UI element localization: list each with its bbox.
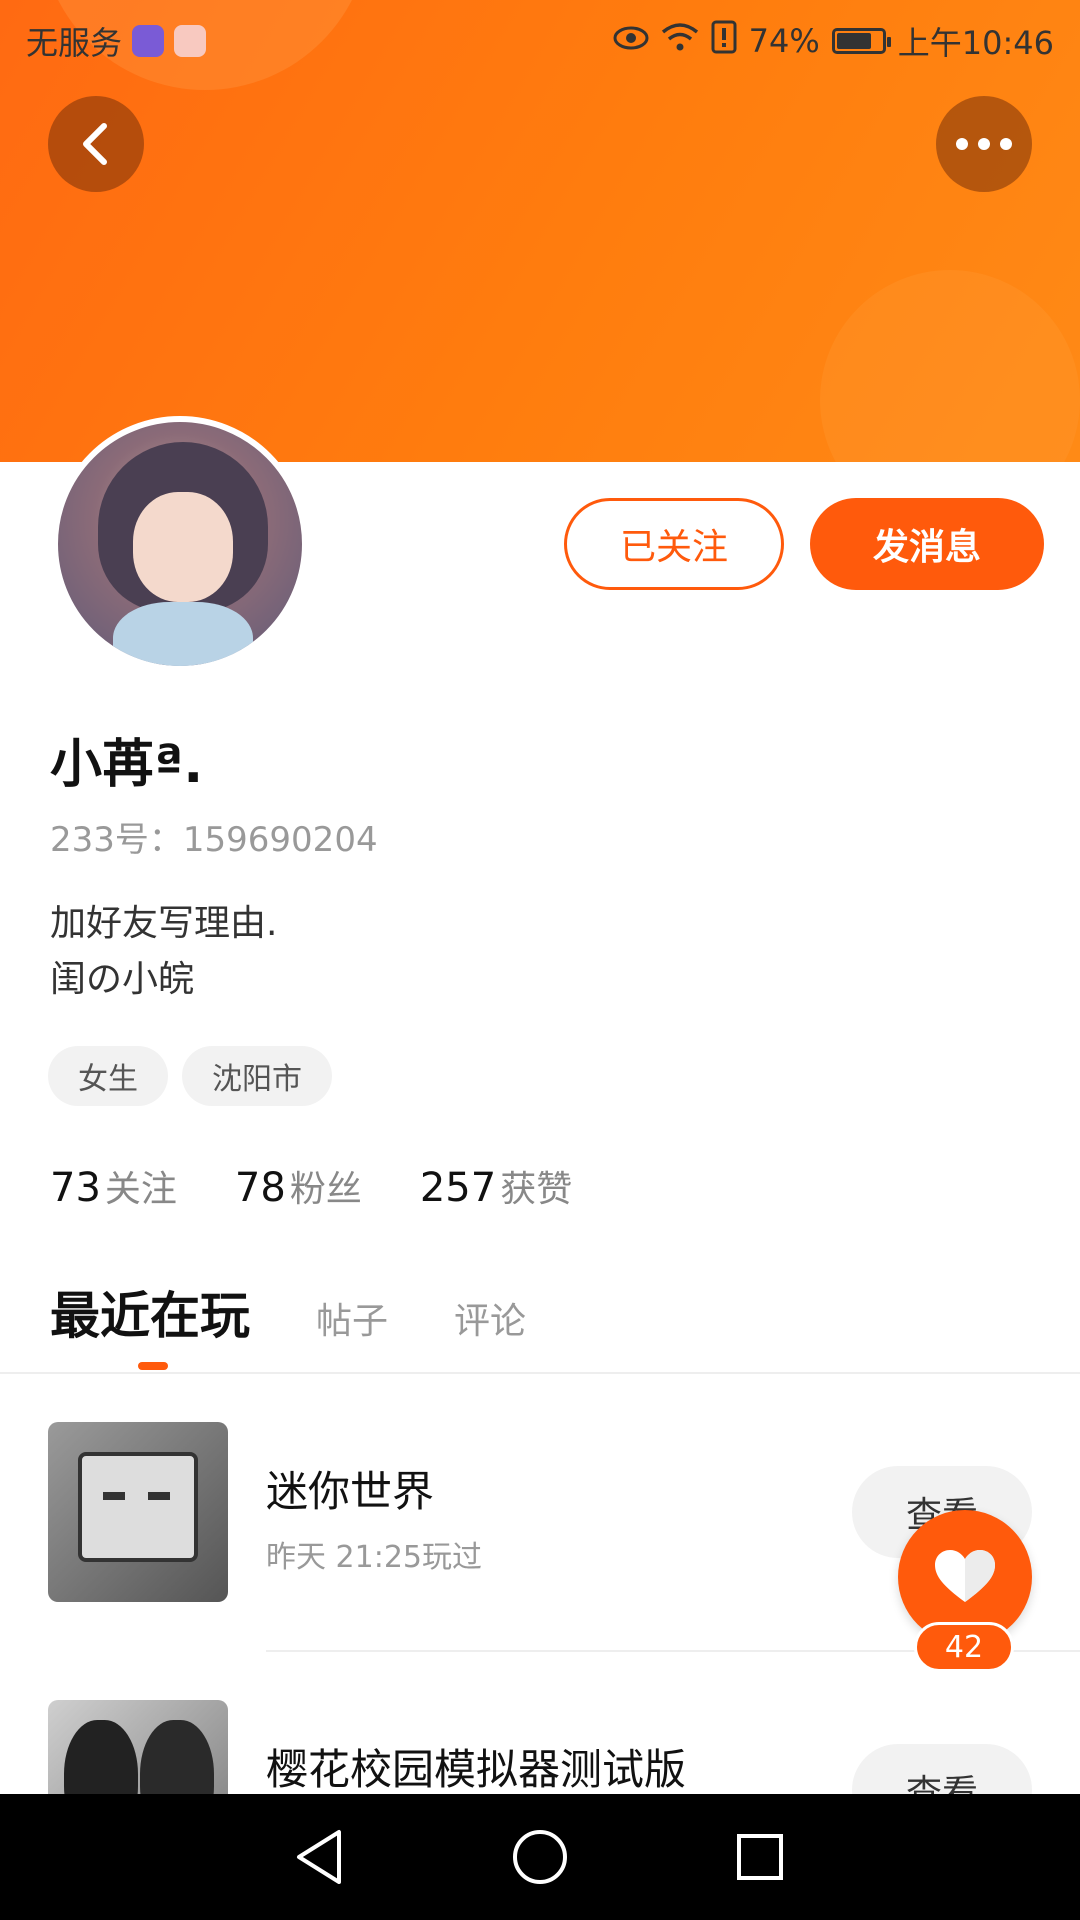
- stat-label: 获赞: [500, 1169, 573, 1210]
- tab-posts[interactable]: 帖子: [316, 1292, 388, 1344]
- bio-line: 加好友写理由.: [50, 903, 278, 944]
- tab-indicator: [138, 1362, 168, 1370]
- game-thumbnail: [48, 1422, 228, 1602]
- profile-tabs: 最近在玩 帖子 评论: [50, 1276, 526, 1348]
- fans-stat[interactable]: 78 粉丝: [235, 1160, 362, 1212]
- stat-label: 关注: [104, 1169, 177, 1210]
- divider: [0, 1372, 1080, 1374]
- heart-icon: [935, 1550, 995, 1602]
- like-count: 42: [914, 1622, 1014, 1672]
- more-dots-icon: [956, 138, 1012, 150]
- header-decoration: [820, 270, 1080, 462]
- profile-tags: 女生 沈阳市: [48, 1046, 332, 1106]
- battery-percent: 74%: [748, 22, 820, 60]
- followed-button[interactable]: 已关注: [564, 498, 784, 590]
- pink-app-icon: [174, 25, 207, 57]
- bio: 加好友写理由. 闺の小皖: [50, 896, 277, 1008]
- system-nav-bar: [0, 1794, 1080, 1920]
- recents-nav-icon[interactable]: [725, 1822, 795, 1892]
- home-nav-icon[interactable]: [505, 1822, 575, 1892]
- tab-recent-play[interactable]: 最近在玩: [50, 1276, 250, 1348]
- battery-icon: [831, 28, 891, 54]
- more-button[interactable]: [936, 96, 1032, 192]
- eye-icon: [613, 22, 649, 60]
- bio-line: 闺の小皖: [50, 959, 195, 1000]
- send-message-button[interactable]: 发消息: [810, 498, 1044, 590]
- carrier-text: 无服务: [26, 24, 123, 62]
- nickname: 小苒ª.: [50, 735, 204, 795]
- likes-stat: 257 获赞: [420, 1160, 572, 1212]
- game-played-time: 昨天 21:25玩过: [266, 1540, 482, 1575]
- city-tag: 沈阳市: [182, 1046, 332, 1106]
- tab-comments[interactable]: 评论: [454, 1292, 526, 1344]
- clock: 上午10:46: [897, 24, 1054, 62]
- back-nav-icon[interactable]: [285, 1822, 355, 1892]
- status-bar: 无服务 74% 上午10:46: [0, 0, 1080, 76]
- game-title: 樱花校园模拟器测试版: [266, 1745, 687, 1794]
- stat-number: 78: [234, 1165, 286, 1211]
- alert-icon: [711, 20, 737, 62]
- following-stat[interactable]: 73 关注: [50, 1160, 177, 1212]
- stat-label: 粉丝: [289, 1169, 362, 1210]
- stat-number: 73: [50, 1165, 101, 1211]
- profile-stats: 73 关注 78 粉丝 257 获赞: [50, 1160, 572, 1212]
- compass-app-icon: [132, 25, 165, 57]
- wifi-icon: [661, 22, 699, 60]
- user-id: 233号：159690204: [50, 820, 378, 860]
- avatar[interactable]: [52, 416, 308, 672]
- gender-tag: 女生: [48, 1046, 168, 1106]
- game-title: 迷你世界: [266, 1467, 435, 1516]
- stat-number: 257: [419, 1165, 497, 1211]
- chevron-left-icon: [83, 123, 107, 165]
- back-button[interactable]: [48, 96, 144, 192]
